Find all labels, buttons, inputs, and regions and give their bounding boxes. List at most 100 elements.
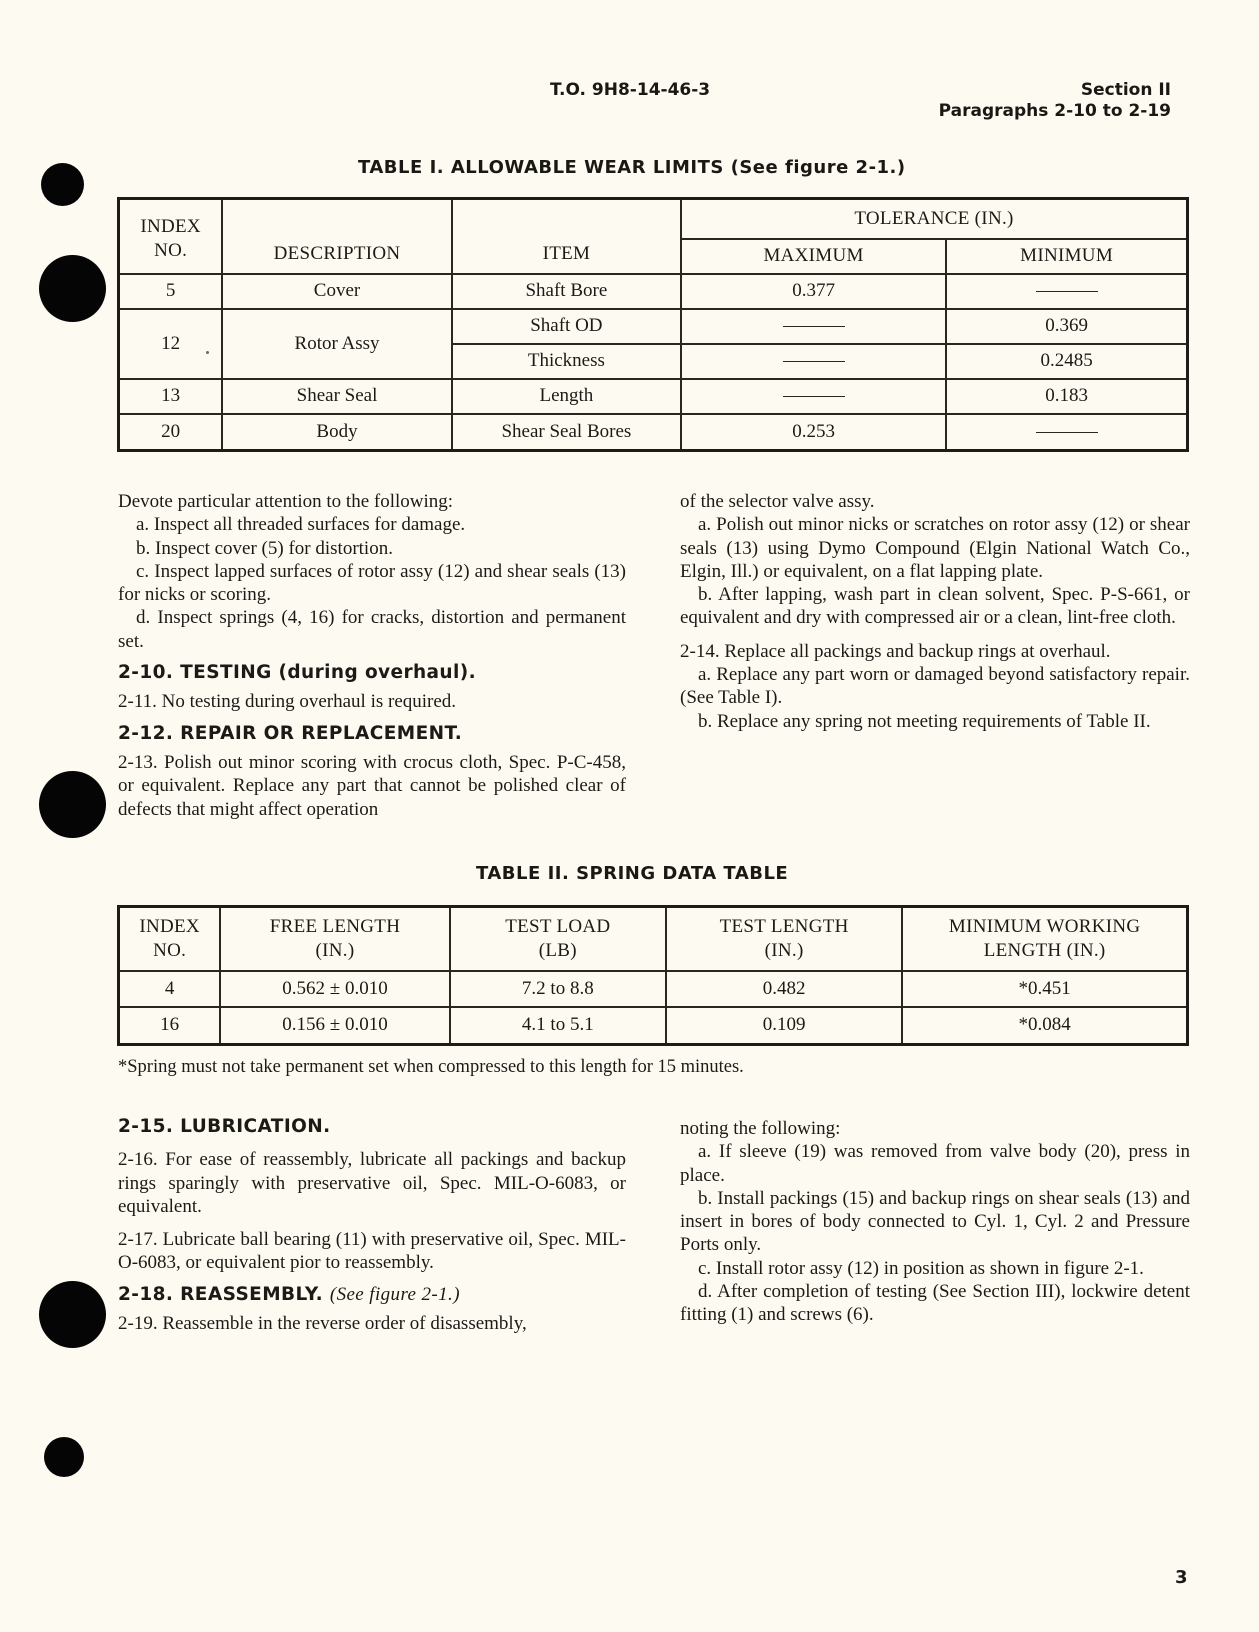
table-row: 13 Shear Seal Length 0.183: [117, 377, 1189, 415]
binder-hole: [44, 1437, 84, 1477]
cell-free-length: 0.562 ± 0.010: [219, 969, 451, 1008]
paragraph-2-13-cont: of the selector valve assy.: [680, 491, 875, 512]
dash-empty: [782, 396, 845, 398]
reassembly-item-b: b. Install packings (15) and backup ring…: [680, 1187, 1190, 1256]
cell-maximum: 0.253: [679, 412, 948, 452]
cell-test-load: 7.2 to 8.8: [448, 969, 667, 1008]
table-row: 4 0.562 ± 0.010 7.2 to 8.8 0.482 *0.451: [117, 969, 1189, 1008]
table-row: 16 0.156 ± 0.010 4.1 to 5.1 0.109 *0.084: [117, 1005, 1189, 1046]
cell-maximum: [679, 307, 948, 345]
inspect-item-b: b. Inspect cover (5) for distortion.: [136, 537, 393, 559]
paragraph-2-19-cont: noting the following:: [680, 1118, 841, 1139]
reassembly-item-c: c. Install rotor assy (12) in position a…: [698, 1257, 1144, 1279]
heading-lubrication: 2-15. LUBRICATION.: [118, 1116, 331, 1137]
cell-free-length: 0.156 ± 0.010: [219, 1005, 451, 1046]
header-description: DESCRIPTION: [221, 197, 453, 275]
cell-minimum: 0.2485: [945, 342, 1189, 380]
cell-item: Shear Seal Bores: [450, 412, 683, 452]
header-free-length: FREE LENGTH (IN.): [219, 905, 451, 972]
header-minimum: MINIMUM: [945, 237, 1189, 275]
inspect-item-d: d. Inspect springs (4, 16) for cracks, d…: [118, 607, 626, 652]
table-row: 12 Rotor Assy Shaft OD 0.369: [117, 307, 1189, 380]
cell-description: Shear Seal: [221, 377, 453, 415]
cell-description: Body: [221, 412, 453, 452]
binder-hole: [39, 255, 106, 322]
inspect-item-c: c. Inspect lapped surfaces of rotor assy…: [118, 560, 626, 606]
cell-item: Thickness: [450, 342, 683, 380]
replace-item-a: a. Replace any part worn or damaged beyo…: [680, 664, 1190, 709]
heading-testing: 2-10. TESTING (during overhaul).: [118, 662, 477, 684]
binder-hole: [39, 771, 106, 838]
header-min-working-length: MINIMUM WORKING LENGTH (IN.): [901, 905, 1189, 972]
dash-empty: [782, 361, 845, 363]
inspection-intro: Devote particular attention to the follo…: [118, 491, 454, 512]
heading-repair: 2-12. REPAIR OR REPLACEMENT.: [118, 722, 463, 744]
cell-maximum: 0.377: [679, 272, 948, 310]
header-item: ITEM: [450, 197, 683, 275]
paragraph-2-11: 2-11. No testing during overhaul is requ…: [118, 691, 457, 713]
cell-test-length: 0.482: [664, 969, 904, 1008]
cell-item: Length: [450, 377, 683, 415]
header-test-length: TEST LENGTH (IN.): [664, 905, 904, 972]
header-index: INDEX NO.: [117, 905, 222, 972]
cell-index: 5: [117, 272, 224, 310]
heading-reassembly-text: 2-18. REASSEMBLY.: [118, 1283, 323, 1305]
cell-maximum: [679, 342, 948, 380]
table-row: 5 Cover Shaft Bore 0.377: [117, 272, 1189, 310]
cell-minimum: 0.183: [945, 377, 1189, 415]
dash-empty: [1035, 291, 1098, 293]
figure-reference: (See figure 2-1.): [329, 1283, 460, 1305]
right-column-bottom: noting the following: a. If sleeve (19) …: [680, 1117, 1190, 1327]
paragraph-2-13: 2-13. Polish out minor scoring with croc…: [118, 751, 626, 820]
cell-description: Rotor Assy: [221, 307, 453, 380]
cell-test-load: 4.1 to 5.1: [448, 1005, 667, 1046]
dash-empty: [1035, 431, 1098, 433]
inspect-item-a: a. Inspect all threaded surfaces for dam…: [136, 514, 466, 536]
table1-caption: TABLE I. ALLOWABLE WEAR LIMITS (See figu…: [358, 157, 906, 178]
paragraph-2-17: 2-17. Lubricate ball bearing (11) with p…: [118, 1229, 626, 1274]
paragraphs-range: Paragraphs 2-10 to 2-19: [938, 101, 1171, 121]
dash-empty: [782, 326, 845, 328]
cell-index: 12: [117, 307, 224, 380]
header-tolerance: TOLERANCE (IN.): [680, 197, 1189, 240]
cell-description: Cover: [221, 272, 453, 310]
header-maximum: MAXIMUM: [679, 237, 948, 275]
cell-min-working-length: *0.451: [901, 969, 1189, 1008]
left-column-bottom: 2-15. LUBRICATION. 2-16. For ease of rea…: [118, 1115, 626, 1335]
spring-data-table: INDEX NO. FREE LENGTH (IN.) TEST LOAD (LB) …: [117, 905, 1189, 1046]
replace-item-b: b. Replace any spring not meeting requir…: [698, 710, 1151, 732]
cell-item: Shaft OD: [450, 307, 683, 345]
cell-item: Shaft Bore: [450, 272, 683, 310]
table2-footnote: *Spring must not take permanent set when…: [118, 1057, 744, 1077]
section-label: Section II: [1080, 80, 1171, 100]
cell-min-working-length: *0.084: [901, 1005, 1189, 1046]
cell-minimum: [945, 272, 1189, 310]
table2-caption: TABLE II. SPRING DATA TABLE: [476, 863, 789, 884]
repair-item-b: b. After lapping, wash part in clean sol…: [680, 584, 1190, 629]
doc-number: T.O. 9H8-14-46-3: [550, 80, 711, 100]
table-row: 20 Body Shear Seal Bores 0.253: [117, 412, 1189, 452]
paragraph-2-14: 2-14. Replace all packings and backup ri…: [680, 640, 1111, 662]
cell-test-length: 0.109: [664, 1005, 904, 1046]
binder-hole: [39, 1281, 106, 1348]
repair-item-a: a. Polish out minor nicks or scratches o…: [680, 514, 1190, 582]
print-speck: [206, 351, 209, 354]
header-row: INDEX NO. FREE LENGTH (IN.) TEST LOAD (LB) …: [117, 905, 1189, 972]
reassembly-item-d: d. After completion of testing (See Sect…: [680, 1281, 1190, 1326]
cell-index: 20: [117, 412, 224, 452]
page-number: 3: [1175, 1567, 1188, 1588]
header-index: INDEX NO.: [117, 197, 224, 275]
cell-index: 4: [117, 969, 222, 1008]
paragraph-2-16: 2-16. For ease of reassembly, lubricate …: [118, 1149, 626, 1217]
binder-hole: [41, 163, 84, 206]
paragraph-2-19: 2-19. Reassemble in the reverse order of…: [118, 1313, 527, 1335]
reassembly-item-a: a. If sleeve (19) was removed from valve…: [680, 1141, 1190, 1186]
right-column-top: of the selector valve assy. a. Polish ou…: [680, 490, 1190, 733]
cell-index: 13: [117, 377, 224, 415]
wear-limits-table: INDEX NO. DESCRIPTION ITEM TOLERANCE (IN.…: [117, 197, 1189, 452]
cell-maximum: [679, 377, 948, 415]
cell-minimum: [945, 412, 1189, 452]
header-test-load: TEST LOAD (LB): [448, 905, 667, 972]
heading-reassembly: 2-18. REASSEMBLY. (See figure 2-1.): [118, 1283, 626, 1306]
cell-minimum: 0.369: [945, 307, 1189, 345]
